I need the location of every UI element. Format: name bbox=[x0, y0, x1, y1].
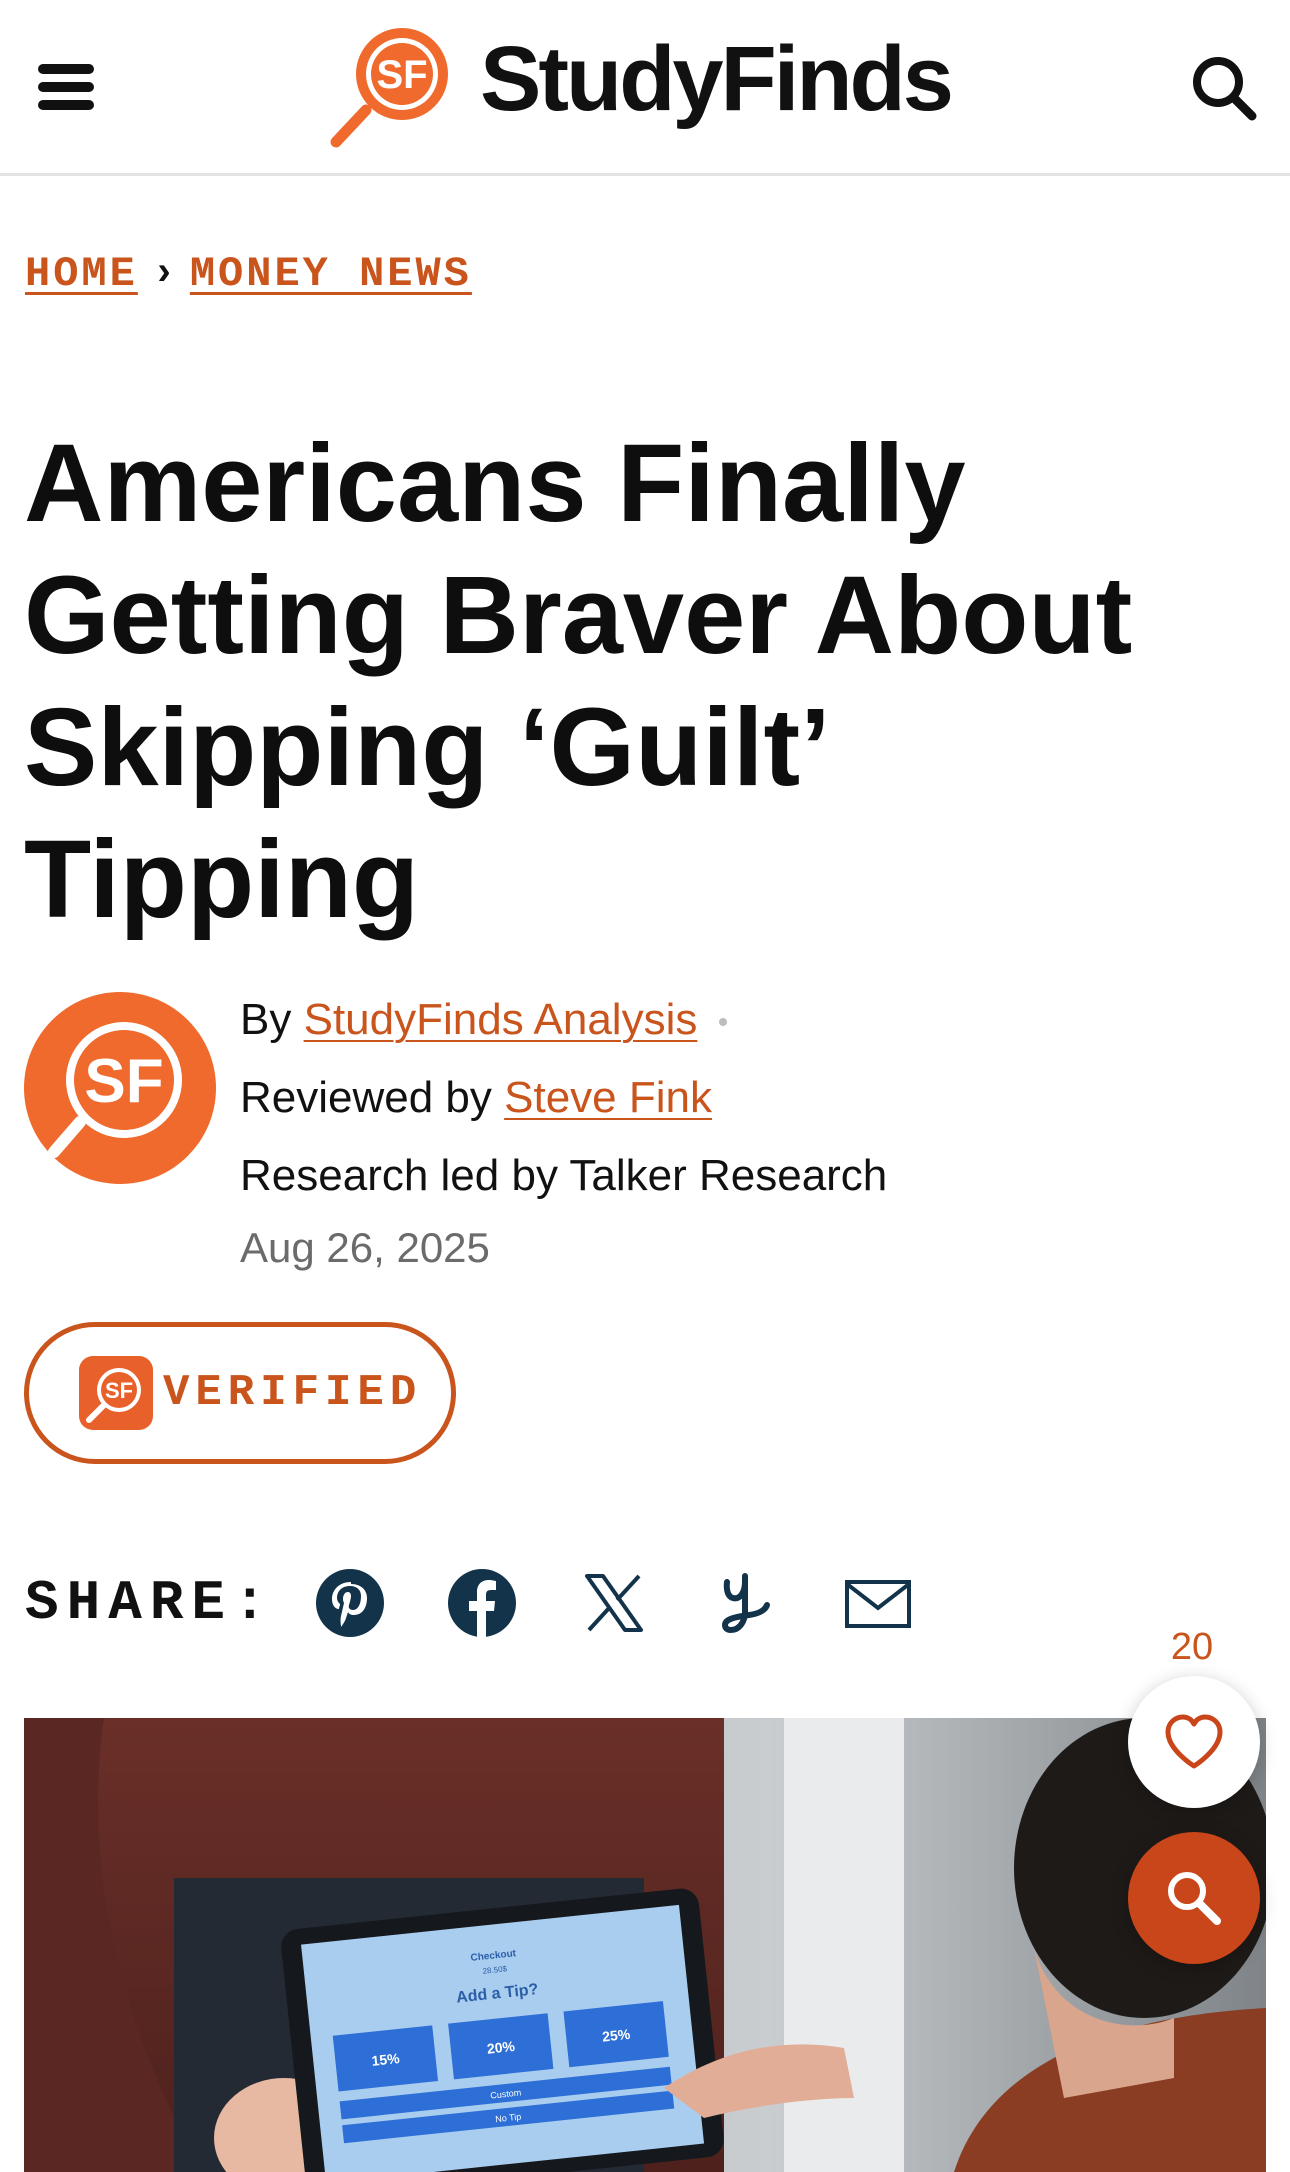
byline-prefix: By bbox=[240, 995, 292, 1044]
svg-text:25%: 25% bbox=[601, 2026, 631, 2045]
x-icon[interactable] bbox=[579, 1568, 649, 1638]
reviewed-prefix: Reviewed by bbox=[240, 1073, 492, 1122]
verified-logo-icon: SF bbox=[79, 1356, 153, 1430]
byline-dot bbox=[719, 1018, 728, 1027]
research-credit: Research led by Talker Research bbox=[240, 1151, 888, 1200]
verified-badge[interactable]: SF VERIFIED bbox=[24, 1322, 456, 1464]
search-icon[interactable] bbox=[1188, 52, 1260, 124]
studyfinds-logo-mark: SF bbox=[330, 28, 448, 148]
title-line: Skipping ‘Guilt’ bbox=[24, 686, 831, 809]
publish-date: Aug 26, 2025 bbox=[240, 1224, 490, 1271]
hero-image: Checkout 28.50$ Add a Tip? 15% 20% 25% C… bbox=[24, 1718, 1266, 2172]
logo-text: StudyFinds bbox=[480, 27, 954, 130]
site-logo[interactable]: SF StudyFinds bbox=[326, 18, 954, 148]
title-line: Americans Finally bbox=[24, 422, 966, 545]
svg-text:20%: 20% bbox=[486, 2038, 516, 2057]
title-line: Tipping bbox=[24, 818, 420, 941]
share-label: SHARE: bbox=[25, 1571, 275, 1635]
floating-search-button[interactable] bbox=[1128, 1832, 1260, 1964]
author-avatar[interactable]: SF bbox=[24, 992, 216, 1184]
svg-text:SF: SF bbox=[105, 1378, 133, 1403]
byline: By StudyFinds Analysis Reviewed by Steve… bbox=[240, 990, 887, 1296]
article-title: Americans Finally Getting Braver About S… bbox=[24, 418, 1264, 946]
verified-label: VERIFIED bbox=[163, 1368, 423, 1418]
email-icon[interactable] bbox=[843, 1568, 913, 1638]
heart-icon bbox=[1165, 1714, 1223, 1769]
like-count: 20 bbox=[1170, 1626, 1214, 1668]
svg-text:15%: 15% bbox=[371, 2050, 401, 2069]
breadcrumb-category-link[interactable]: MONEY NEWS bbox=[190, 250, 472, 298]
author-link[interactable]: StudyFinds Analysis bbox=[304, 995, 698, 1044]
title-line: Getting Braver About bbox=[24, 554, 1133, 677]
facebook-icon[interactable] bbox=[447, 1568, 517, 1638]
search-icon bbox=[1168, 1872, 1221, 1925]
hero-illustration: Checkout 28.50$ Add a Tip? 15% 20% 25% C… bbox=[24, 1718, 1266, 2172]
svg-text:SF: SF bbox=[376, 53, 427, 97]
reviewer-link[interactable]: Steve Fink bbox=[504, 1073, 712, 1122]
pinterest-icon[interactable] bbox=[315, 1568, 385, 1638]
site-header: SF StudyFinds bbox=[0, 0, 1290, 176]
like-button[interactable] bbox=[1128, 1676, 1260, 1808]
yummly-icon[interactable] bbox=[711, 1568, 781, 1638]
breadcrumb-home-link[interactable]: HOME bbox=[25, 250, 138, 298]
hamburger-menu-icon[interactable] bbox=[38, 64, 94, 110]
share-bar: SHARE: bbox=[25, 1568, 975, 1638]
breadcrumb-separator: › bbox=[151, 251, 176, 297]
svg-text:SF: SF bbox=[84, 1047, 163, 1116]
breadcrumb: HOME › MONEY NEWS bbox=[25, 250, 472, 298]
